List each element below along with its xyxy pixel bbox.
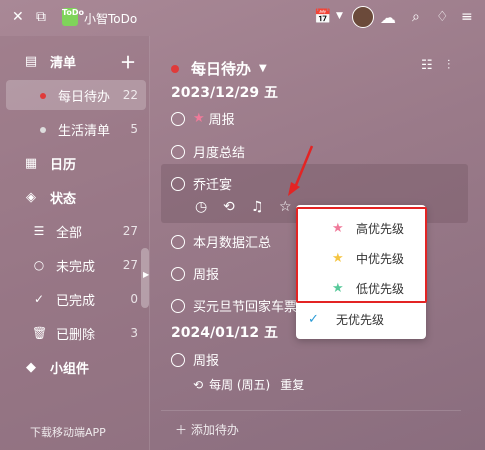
check-circle-icon: ✓ (33, 292, 45, 306)
repeat-rule: 每周 (周五) (209, 378, 271, 392)
task-item[interactable]: 乔迁宴 (171, 174, 232, 193)
task-checkbox[interactable] (171, 352, 185, 367)
list-color-dot (40, 126, 46, 133)
list-icon: ▤ (24, 53, 38, 69)
layers-icon: ◆ (26, 359, 36, 375)
clock-icon[interactable]: ◷ (195, 199, 207, 215)
date-group-header: 2023/12/29 五 (171, 85, 279, 101)
add-task-label: 添加待办 (190, 423, 239, 437)
priority-label: 无优先级 (336, 312, 385, 327)
theme-icon[interactable]: ♢ (436, 9, 449, 25)
task-title: 周报 (208, 113, 235, 128)
sidebar-section-label: 状态 (50, 191, 77, 207)
task-title: 本月数据汇总 (193, 236, 272, 251)
circle-icon: ○ (33, 258, 45, 272)
priority-option-none[interactable]: ✓ 无优先级 (296, 304, 426, 334)
sidebar-item-label: 生活清单 (58, 123, 111, 139)
task-title: 买元旦节回家车票 (193, 300, 298, 315)
sidebar-section-lists[interactable]: ▤ 清单 ＋ (6, 46, 146, 76)
sidebar-item-daily[interactable]: 每日待办 22 (6, 80, 146, 110)
task-checkbox[interactable] (171, 144, 185, 159)
sidebar-item-life[interactable]: 生活清单 5 (6, 114, 146, 144)
cloud-sync-icon[interactable]: ☁ (380, 8, 396, 27)
app-logo: ToDo (62, 8, 84, 26)
task-item[interactable]: 本月数据汇总 (171, 232, 271, 251)
sort-icon[interactable]: ☷ (421, 58, 433, 73)
sidebar-section-label: 清单 (50, 55, 77, 71)
star-icon[interactable]: ☆ (279, 199, 292, 215)
list-color-dot (40, 92, 46, 99)
sidebar-item-count: 5 (130, 122, 138, 136)
sidebar-item-label: 已删除 (56, 327, 96, 343)
plus-icon: ＋ (175, 423, 188, 437)
box-icon: ◈ (26, 189, 36, 205)
avatar[interactable] (352, 6, 374, 28)
sidebar-item-label: 每日待办 (58, 89, 111, 105)
list-bullets-icon: ☰ (33, 224, 45, 238)
list-title-label: 每日待办 (191, 60, 252, 78)
title-bar: ✕ ⧉ ToDo 小智ToDo 📅 ▼ ☁ ⌕ ♢ ≡ (0, 0, 485, 36)
sidebar-item-label: 未完成 (56, 259, 96, 275)
calendar-icon: ▦ (24, 155, 38, 171)
chevron-down-icon[interactable]: ▼ (259, 63, 267, 74)
sidebar-item-label: 全部 (56, 225, 83, 241)
repeat-icon[interactable]: ⟲ (223, 199, 235, 215)
task-repeat-info: ⟲ 每周 (周五) 重复 (193, 376, 304, 393)
task-item[interactable]: 周报 (171, 350, 219, 369)
trash-icon: 🗑 (32, 326, 48, 340)
task-checkbox[interactable] (171, 298, 185, 313)
task-title: 周报 (193, 268, 220, 283)
sidebar-item-label: 日历 (50, 157, 77, 173)
task-title: 乔迁宴 (193, 178, 233, 193)
sidebar-item-count: 22 (122, 88, 138, 102)
sidebar-item-count: 3 (130, 326, 138, 340)
sidebar-item-count: 27 (122, 258, 138, 272)
add-list-icon[interactable]: ＋ (120, 49, 136, 73)
add-task-button[interactable]: ＋ 添加待办 (175, 421, 239, 438)
date-group-header: 2024/01/12 五 (171, 325, 279, 341)
chevron-right-icon[interactable]: ▶ (143, 270, 149, 279)
task-item[interactable]: 月度总结 (171, 142, 245, 161)
task-checkbox[interactable] (171, 176, 185, 191)
annotation-arrow (288, 145, 314, 196)
annotation-highlight-box (296, 207, 427, 303)
menu-icon[interactable]: ✕ (12, 9, 24, 25)
sidebar-item-all[interactable]: ☰ 全部 27 (6, 216, 146, 246)
list-title[interactable]: 每日待办 ▼ (171, 58, 267, 79)
sidebar-item-completed[interactable]: ✓ 已完成 0 (6, 284, 146, 314)
filter-icon[interactable]: ⫶ (447, 58, 450, 73)
bell-icon[interactable]: ♫ (251, 199, 264, 215)
checkmark-icon: ✓ (308, 311, 319, 327)
sidebar-item-count: 27 (122, 224, 138, 238)
sidebar-section-status[interactable]: ◈ 状态 (6, 182, 146, 212)
sidebar-item-count: 0 (130, 292, 138, 306)
sidebar-item-label: 已完成 (56, 293, 96, 309)
new-window-icon[interactable]: ⧉ (36, 9, 46, 25)
sidebar-item-deleted[interactable]: 🗑 已删除 3 (6, 318, 146, 348)
download-app-link[interactable]: 下载移动端APP (30, 424, 106, 440)
hamburger-icon[interactable]: ≡ (461, 9, 473, 25)
sidebar-item-widgets[interactable]: ◆ 小组件 (6, 352, 146, 382)
repeat-icon: ⟲ (193, 377, 204, 392)
priority-star-icon: ★ (193, 111, 205, 126)
task-title: 周报 (193, 354, 220, 369)
repeat-label: 重复 (280, 378, 305, 392)
sidebar-item-incomplete[interactable]: ○ 未完成 27 (6, 250, 146, 280)
sidebar: ▤ 清单 ＋ 每日待办 22 生活清单 5 ▦ 日历 ◈ 状态 ☰ 全部 27 … (0, 36, 150, 450)
task-item[interactable]: ★ 周报 (171, 109, 235, 128)
task-checkbox[interactable] (171, 266, 185, 281)
sidebar-item-calendar[interactable]: ▦ 日历 (6, 148, 146, 178)
search-icon[interactable]: ⌕ (412, 9, 420, 25)
task-checkbox[interactable] (171, 234, 185, 249)
task-item[interactable]: 周报 (171, 264, 219, 283)
app-title: 小智ToDo (84, 12, 138, 26)
calendar-icon[interactable]: 📅 (314, 9, 331, 25)
task-checkbox[interactable] (171, 111, 185, 126)
task-item[interactable]: 买元旦节回家车票 (171, 296, 297, 315)
chevron-down-icon[interactable]: ▼ (336, 11, 343, 21)
list-color-dot (171, 64, 179, 73)
task-title: 月度总结 (193, 146, 246, 161)
sidebar-item-label: 小组件 (50, 361, 90, 377)
